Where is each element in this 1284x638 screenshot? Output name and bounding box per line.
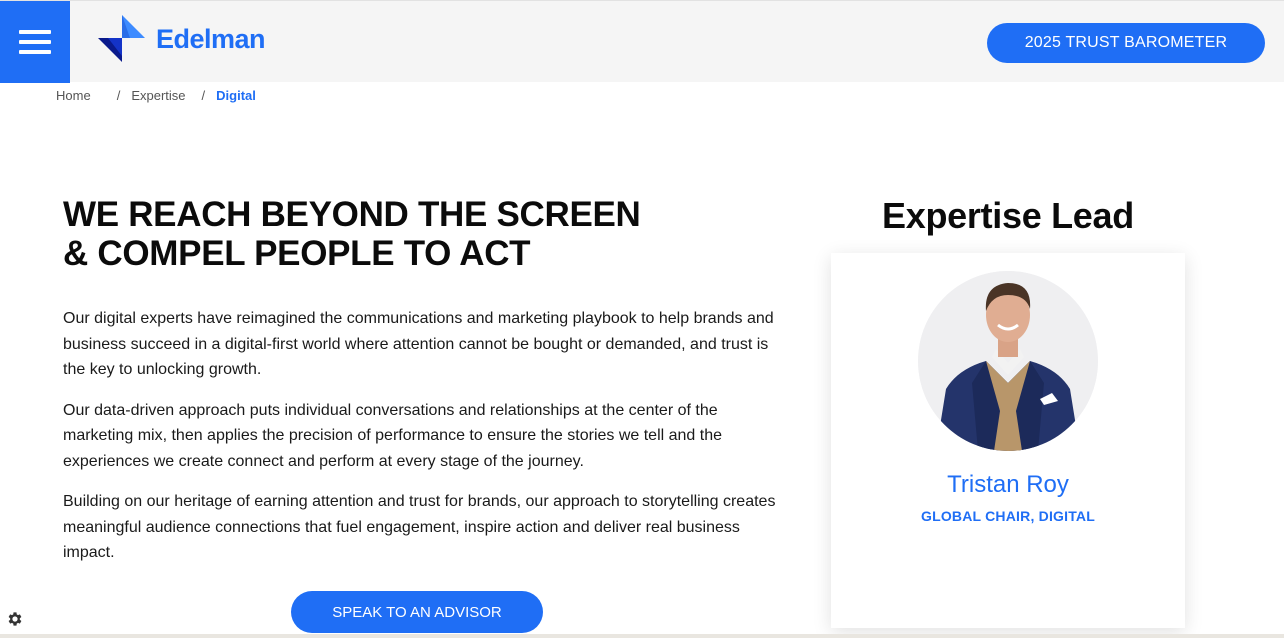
hamburger-menu-icon-bar — [19, 40, 51, 44]
brand-logo[interactable]: Edelman — [96, 13, 266, 65]
hamburger-menu-icon-bar — [19, 50, 51, 54]
breadcrumb: Home / Expertise / Digital — [56, 88, 256, 103]
menu-button[interactable] — [0, 1, 70, 83]
breadcrumb-home[interactable]: Home — [56, 88, 91, 103]
intro-text: Our digital experts have reimagined the … — [63, 306, 783, 581]
headline-line-2: & COMPEL PEOPLE TO ACT — [63, 234, 531, 273]
intro-paragraph: Building on our heritage of earning atte… — [63, 493, 776, 561]
gear-icon[interactable] — [6, 610, 24, 628]
page-headline: WE REACH BEYOND THE SCREEN & COMPEL PEOP… — [63, 195, 703, 273]
breadcrumb-expertise[interactable]: Expertise — [131, 88, 185, 103]
avatar — [918, 271, 1098, 451]
lead-role: GLOBAL CHAIR, DIGITAL — [920, 508, 1095, 524]
hamburger-menu-icon — [19, 30, 51, 34]
breadcrumb-current: Digital — [216, 88, 256, 103]
intro-paragraph: Our digital experts have reimagined the … — [63, 310, 774, 378]
brand-name: Edelman — [156, 23, 266, 54]
site-header: Edelman 2025 TRUST BAROMETER — [0, 0, 1284, 83]
edelman-logo-icon — [98, 15, 145, 62]
intro-paragraph: Our data-driven approach puts individual… — [63, 401, 723, 470]
trust-barometer-button[interactable]: 2025 TRUST BAROMETER — [987, 23, 1265, 63]
expertise-lead-card[interactable]: Tristan Roy GLOBAL CHAIR, DIGITAL — [831, 253, 1185, 628]
page-bottom-edge — [0, 634, 1284, 638]
expertise-lead-title: Expertise Lead — [882, 195, 1134, 236]
person-portrait — [918, 271, 1098, 451]
lead-name[interactable]: Tristan Roy — [831, 471, 1185, 499]
breadcrumb-separator: / — [201, 88, 206, 103]
headline-line-1: WE REACH BEYOND THE SCREEN — [63, 195, 641, 234]
speak-to-advisor-button[interactable]: SPEAK TO AN ADVISOR — [291, 591, 543, 633]
breadcrumb-separator: / — [116, 88, 121, 103]
